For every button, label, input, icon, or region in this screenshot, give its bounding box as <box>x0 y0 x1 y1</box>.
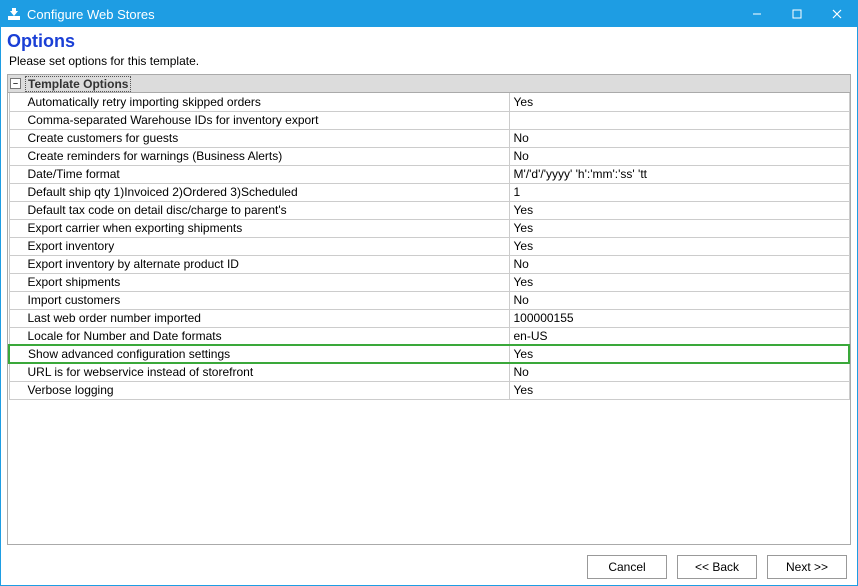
option-row[interactable]: Import customersNo <box>9 291 849 309</box>
next-button[interactable]: Next >> <box>767 555 847 579</box>
option-row[interactable]: Default tax code on detail disc/charge t… <box>9 201 849 219</box>
option-label: Export inventory <box>9 237 509 255</box>
collapse-icon[interactable]: – <box>10 78 21 89</box>
option-row[interactable]: Create customers for guestsNo <box>9 129 849 147</box>
options-table: Automatically retry importing skipped or… <box>8 93 850 400</box>
option-row[interactable]: Date/Time formatM'/'d'/'yyyy' 'h':'mm':'… <box>9 165 849 183</box>
option-label: Comma-separated Warehouse IDs for invent… <box>9 111 509 129</box>
close-button[interactable] <box>817 1 857 27</box>
option-label: Automatically retry importing skipped or… <box>9 93 509 111</box>
button-bar: Cancel << Back Next >> <box>7 545 851 579</box>
maximize-button[interactable] <box>777 1 817 27</box>
option-value[interactable]: No <box>509 129 849 147</box>
option-value[interactable]: Yes <box>509 237 849 255</box>
option-value[interactable]: Yes <box>509 381 849 399</box>
cancel-button[interactable]: Cancel <box>587 555 667 579</box>
option-value[interactable]: Yes <box>509 219 849 237</box>
option-value[interactable]: No <box>509 363 849 381</box>
content-area: Options Please set options for this temp… <box>1 27 857 585</box>
option-label: Date/Time format <box>9 165 509 183</box>
option-label: Default tax code on detail disc/charge t… <box>9 201 509 219</box>
option-value[interactable]: Yes <box>509 345 849 363</box>
options-grid: – Template Options Automatically retry i… <box>7 74 851 545</box>
option-row[interactable]: Comma-separated Warehouse IDs for invent… <box>9 111 849 129</box>
option-row[interactable]: Show advanced configuration settingsYes <box>9 345 849 363</box>
option-row[interactable]: URL is for webservice instead of storefr… <box>9 363 849 381</box>
option-value[interactable]: Yes <box>509 93 849 111</box>
page-title: Options <box>7 31 851 52</box>
option-value[interactable]: No <box>509 291 849 309</box>
option-value[interactable] <box>509 111 849 129</box>
option-value[interactable]: 1 <box>509 183 849 201</box>
window-controls <box>737 1 857 27</box>
option-value[interactable]: Yes <box>509 201 849 219</box>
option-row[interactable]: Export carrier when exporting shipmentsY… <box>9 219 849 237</box>
option-label: Export carrier when exporting shipments <box>9 219 509 237</box>
option-row[interactable]: Export inventoryYes <box>9 237 849 255</box>
option-value[interactable]: No <box>509 255 849 273</box>
option-label: Last web order number imported <box>9 309 509 327</box>
section-label: Template Options <box>25 76 131 92</box>
option-label: Export shipments <box>9 273 509 291</box>
option-value[interactable]: Yes <box>509 273 849 291</box>
option-label: Verbose logging <box>9 381 509 399</box>
option-value[interactable]: en-US <box>509 327 849 345</box>
titlebar: Configure Web Stores <box>1 1 857 27</box>
option-label: Create reminders for warnings (Business … <box>9 147 509 165</box>
option-row[interactable]: Automatically retry importing skipped or… <box>9 93 849 111</box>
option-label: URL is for webservice instead of storefr… <box>9 363 509 381</box>
option-label: Default ship qty 1)Invoiced 2)Ordered 3)… <box>9 183 509 201</box>
option-row[interactable]: Export shipmentsYes <box>9 273 849 291</box>
option-label: Locale for Number and Date formats <box>9 327 509 345</box>
option-row[interactable]: Create reminders for warnings (Business … <box>9 147 849 165</box>
app-icon <box>7 7 21 21</box>
option-row[interactable]: Export inventory by alternate product ID… <box>9 255 849 273</box>
section-header[interactable]: – Template Options <box>8 75 850 93</box>
page-subtitle: Please set options for this template. <box>9 54 851 68</box>
minimize-button[interactable] <box>737 1 777 27</box>
option-label: Create customers for guests <box>9 129 509 147</box>
option-row[interactable]: Default ship qty 1)Invoiced 2)Ordered 3)… <box>9 183 849 201</box>
option-value[interactable]: No <box>509 147 849 165</box>
option-row[interactable]: Last web order number imported100000155 <box>9 309 849 327</box>
option-row[interactable]: Verbose loggingYes <box>9 381 849 399</box>
option-label: Export inventory by alternate product ID <box>9 255 509 273</box>
option-row[interactable]: Locale for Number and Date formatsen-US <box>9 327 849 345</box>
window-root: Configure Web Stores Options Please set … <box>0 0 858 586</box>
back-button[interactable]: << Back <box>677 555 757 579</box>
option-label: Show advanced configuration settings <box>9 345 509 363</box>
option-label: Import customers <box>9 291 509 309</box>
option-value[interactable]: 100000155 <box>509 309 849 327</box>
window-title: Configure Web Stores <box>27 7 155 22</box>
option-value[interactable]: M'/'d'/'yyyy' 'h':'mm':'ss' 'tt <box>509 165 849 183</box>
